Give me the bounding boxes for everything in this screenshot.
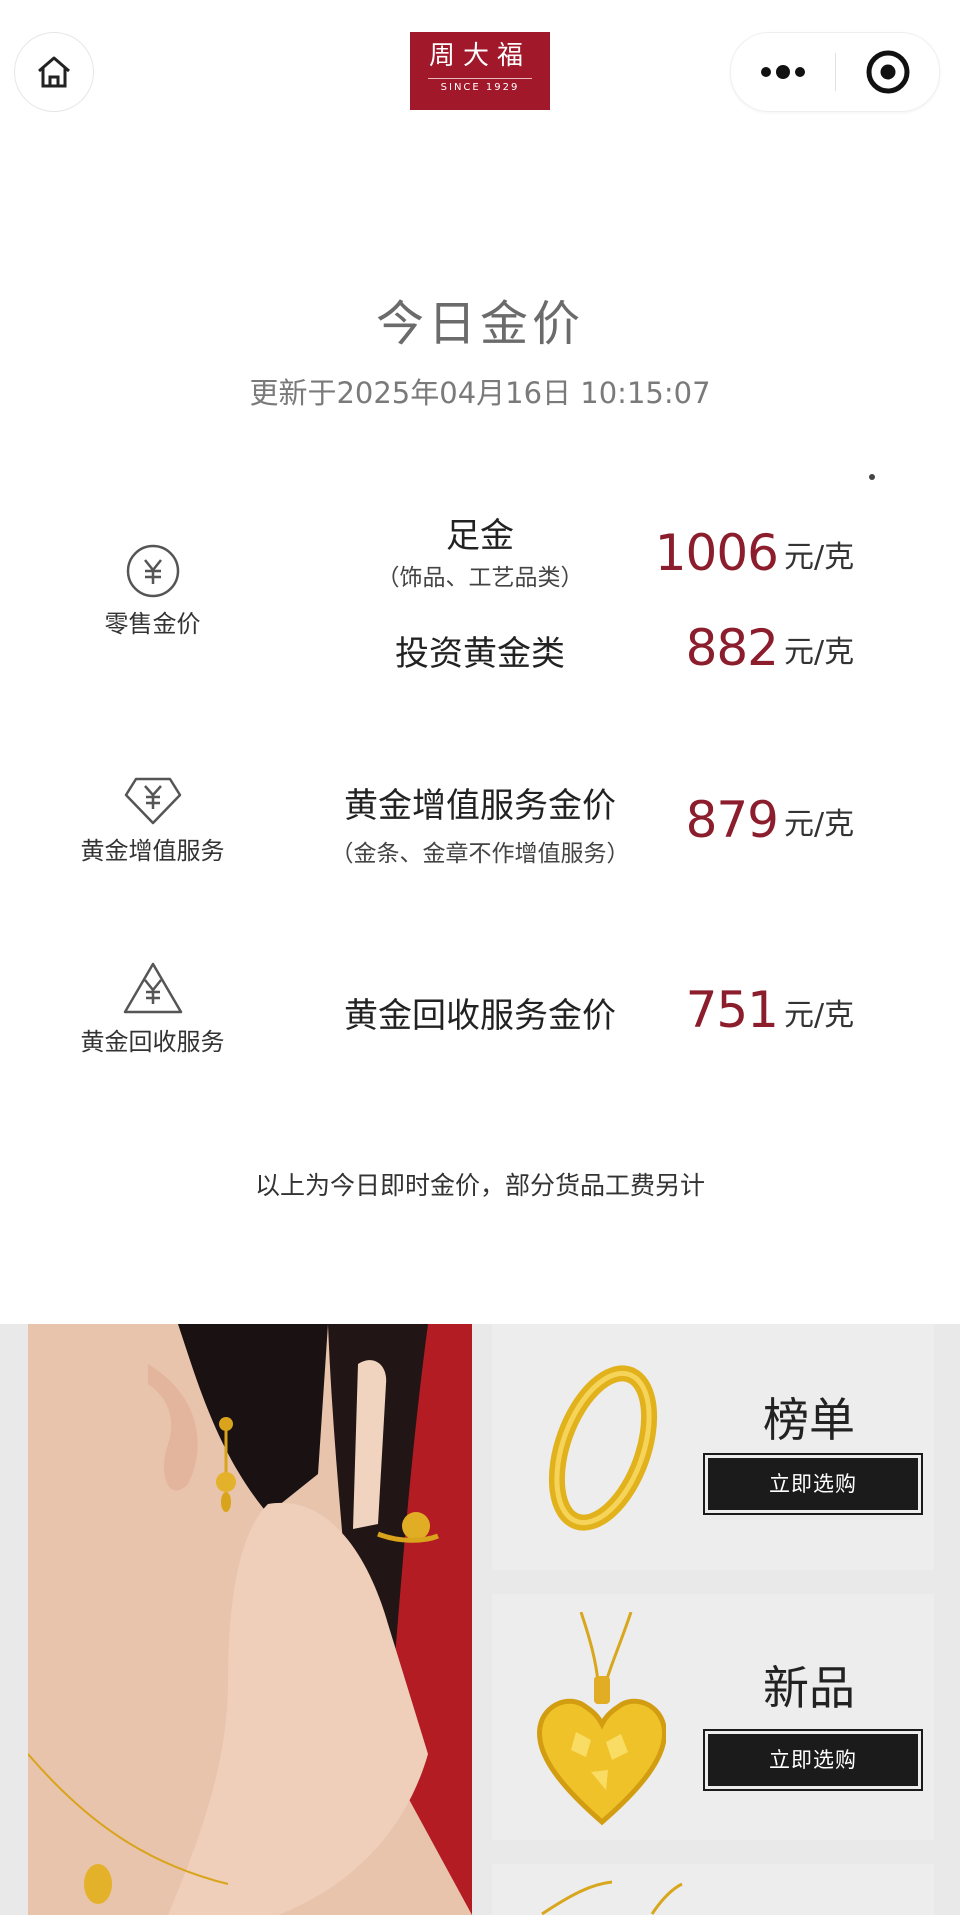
price-value-value-added: 879 [685,791,779,849]
price-name-recycle: 黄金回收服务金价 [344,996,616,1036]
home-icon [38,56,70,88]
category-label: 黄金增值服务 [80,837,225,865]
gold-ring-image [548,1365,658,1531]
mini-program-capsule [730,32,940,112]
yuan-diamond-icon [124,777,181,825]
price-unit: 元/克 [784,807,855,842]
price-name-value-added: 黄金增值服务金价 [344,786,616,826]
logo-english-text: SINCE 1929 [440,82,520,93]
more-dots-icon [761,65,805,79]
card-bestseller[interactable]: 榜单 立即选购 [492,1324,934,1570]
price-note: 以上为今日即时金价，部分货品工费另计 [254,1171,705,1200]
shop-now-button[interactable]: 立即选购 [703,1453,923,1515]
price-unit: 元/克 [784,540,855,575]
more-button[interactable] [731,33,835,111]
yuan-recycle-icon [123,962,182,1014]
yuan-circle-icon [126,544,179,598]
category-value-added: 黄金增值服务 [70,773,235,866]
category-label: 黄金回收服务 [80,1028,225,1056]
price-unit: 元/克 [784,635,855,670]
category-retail: 零售金价 [70,542,235,639]
price-value-investment-gold: 882 [685,619,779,677]
logo-chinese-text: 周大福 [428,41,531,71]
model-jewelry-photo[interactable] [28,1324,472,1915]
price-value-pure-gold: 1006 [654,524,779,582]
gold-chain-image [541,1880,683,1915]
card-partial[interactable] [492,1864,934,1915]
price-value-recycle: 751 [685,981,779,1039]
gold-heart-pendant-image [537,1612,666,1826]
card-title: 新品 [763,1661,855,1715]
card-title: 榜单 [763,1393,855,1447]
home-button[interactable] [14,32,94,112]
close-button[interactable] [836,33,939,111]
decorative-dot [869,474,875,480]
price-unit: 元/克 [784,998,855,1033]
update-timestamp: 更新于2025年04月16日 10:15:07 [249,376,711,410]
category-recycle: 黄金回收服务 [70,960,235,1057]
price-sub-pure-gold: （饰品、工艺品类） [376,565,584,591]
logo-divider [428,78,532,79]
category-label: 零售金价 [104,610,201,638]
price-sub-value-added: （金条、金章不作增值服务） [330,841,630,867]
page-title: 今日金价 [375,296,584,352]
target-close-icon [866,50,909,94]
card-new-arrivals[interactable]: 新品 立即选购 [492,1594,934,1840]
shop-now-button[interactable]: 立即选购 [703,1729,923,1791]
price-name-investment-gold: 投资黄金类 [395,634,565,674]
price-name-pure-gold: 足金 [446,516,514,556]
brand-logo: 周大福 SINCE 1929 [410,32,550,110]
model-illustration [28,1324,472,1915]
